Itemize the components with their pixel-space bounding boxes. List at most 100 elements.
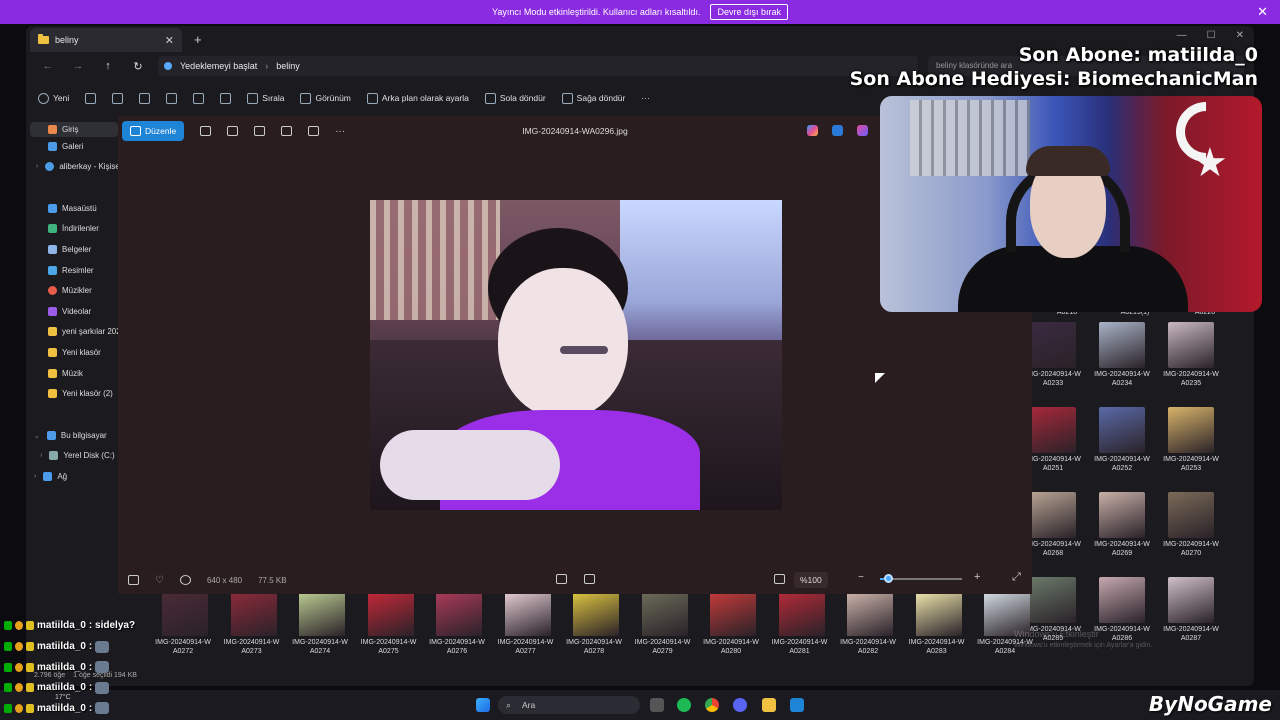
sidebar-item-documents[interactable]: Belgeler: [48, 245, 91, 254]
close-window-icon[interactable]: ✕: [1236, 30, 1244, 41]
photos-icon[interactable]: [790, 698, 804, 712]
delete-button[interactable]: [220, 92, 232, 104]
sidebar-item-this-pc[interactable]: ⌄ Bu bilgisayar: [34, 431, 107, 440]
thumbnail-image[interactable]: [1099, 577, 1145, 623]
discord-icon[interactable]: [733, 698, 747, 712]
filmstrip-thumbnail[interactable]: [299, 594, 345, 636]
copilot-icon[interactable]: [807, 125, 818, 136]
sidebar-item-downloads[interactable]: İndirilenler: [48, 224, 99, 233]
vip-badge-icon: [26, 621, 34, 630]
filmstrip-thumbnail[interactable]: [847, 594, 893, 636]
thumbnail-image[interactable]: [1030, 577, 1076, 623]
sidebar-item-onedrive[interactable]: › aliberkay - Kişisel: [36, 162, 122, 171]
more-options-button[interactable]: ···: [641, 93, 650, 103]
banner-close-icon[interactable]: ✕: [1257, 4, 1268, 20]
heart-icon[interactable]: ♡: [155, 575, 164, 586]
tab-beliny[interactable]: beliny ✕: [30, 28, 182, 52]
file-size: 77.5 KB: [258, 575, 287, 585]
zoom-level[interactable]: %100: [794, 572, 828, 588]
sidebar-item-new-folder[interactable]: Yeni klasör: [48, 348, 101, 357]
thumbnail-image[interactable]: [1030, 407, 1076, 453]
minimize-icon[interactable]: —: [1177, 30, 1187, 41]
fullscreen-icon[interactable]: ⤢: [1012, 571, 1021, 584]
view-button[interactable]: Görünüm: [300, 92, 351, 104]
spotify-icon[interactable]: [677, 698, 691, 712]
filmstrip-label: IMG-20240914-W A0274: [292, 639, 348, 655]
actual-size-icon[interactable]: [774, 574, 785, 584]
filmstrip-thumbnail[interactable]: [778, 594, 825, 636]
download-icon: [48, 224, 57, 233]
backup-button[interactable]: Yedeklemeyi başlat: [180, 61, 257, 71]
new-tab-button[interactable]: +: [194, 32, 202, 47]
rename-button[interactable]: [166, 92, 178, 104]
new-button[interactable]: Yeni: [38, 92, 69, 104]
paste-button[interactable]: [139, 92, 151, 104]
cut-button[interactable]: [85, 92, 97, 104]
up-icon[interactable]: ↑: [100, 60, 116, 72]
filmstrip-thumbnail[interactable]: [436, 594, 482, 636]
info-icon[interactable]: [179, 575, 191, 585]
filmstrip-label: IMG-20240914-W A0280: [703, 639, 759, 655]
wallpaper-icon: [366, 92, 378, 104]
sidebar-item-pictures[interactable]: Resimler: [48, 266, 94, 275]
share-button[interactable]: [193, 92, 205, 104]
start-icon[interactable]: [476, 698, 490, 712]
vip-badge-icon: [26, 703, 34, 713]
filmstrip-thumbnail[interactable]: [162, 594, 208, 636]
thumbnail-image[interactable]: [1099, 407, 1145, 453]
filmstrip-thumbnail[interactable]: [573, 594, 619, 636]
forward-icon[interactable]: →: [70, 60, 86, 72]
designer-icon[interactable]: [832, 125, 843, 136]
sidebar-item-network[interactable]: › Ağ: [34, 472, 67, 481]
file-explorer-icon[interactable]: [762, 698, 776, 712]
home-icon: [48, 125, 57, 134]
thumbnail-image[interactable]: [1168, 322, 1214, 368]
filmstrip-icon[interactable]: [128, 575, 139, 585]
refresh-icon[interactable]: ↻: [130, 60, 146, 73]
sidebar-item-desktop[interactable]: Masaüstü: [48, 204, 97, 213]
activation-watermark: Windows'u Etkinleştir Windows'u etkinleş…: [1014, 629, 1153, 649]
filmstrip-thumbnail[interactable]: [641, 594, 688, 636]
filmstrip-thumbnail[interactable]: [710, 594, 756, 636]
thumbnail-image[interactable]: [1099, 322, 1145, 368]
status-bar: 2.796 öğe 1 öğe seçildi 194 KB: [34, 672, 137, 679]
sidebar-item-muzik[interactable]: Müzik: [48, 369, 83, 378]
back-icon[interactable]: ←: [40, 60, 56, 72]
set-background-button[interactable]: Arka plan olarak ayarla: [366, 92, 469, 104]
sidebar-item-folder-songs[interactable]: yeni şarkılar 2024: [48, 327, 125, 336]
copy-button[interactable]: [112, 92, 124, 104]
sidebar-item-local-disk[interactable]: › Yerel Disk (C:): [40, 451, 115, 460]
breadcrumb[interactable]: beliny: [276, 61, 300, 71]
sidebar-item-music[interactable]: Müzikler: [48, 286, 92, 295]
zoom-out-icon[interactable]: −: [858, 572, 864, 583]
clipchamp-icon[interactable]: [857, 125, 868, 136]
thumbnail-image[interactable]: [1168, 492, 1214, 538]
filmstrip-thumbnail[interactable]: [504, 594, 551, 636]
thumbnail-image[interactable]: [1168, 407, 1214, 453]
zoom-in-icon[interactable]: +: [974, 571, 980, 583]
sidebar-item-gallery[interactable]: Galeri: [48, 142, 83, 151]
thumbnail-image[interactable]: [1030, 322, 1076, 368]
rotate-left-button[interactable]: Sola döndür: [484, 92, 546, 104]
maximize-icon[interactable]: ☐: [1207, 30, 1216, 41]
sort-button[interactable]: Sırala: [247, 92, 284, 104]
thumbnail-label: IMG-20240914-W A0287: [1163, 626, 1219, 642]
thumbnail-image[interactable]: [1030, 492, 1076, 538]
sidebar-item-home[interactable]: Giriş: [30, 122, 118, 137]
task-view-icon[interactable]: [650, 698, 664, 712]
sidebar-item-new-folder-2[interactable]: Yeni klasör (2): [48, 389, 113, 398]
filmstrip-thumbnail[interactable]: [230, 594, 277, 636]
crop-icon[interactable]: [584, 574, 595, 584]
taskbar-search[interactable]: Ara: [498, 696, 640, 714]
sidebar-item-videos[interactable]: Videolar: [48, 307, 91, 316]
rotate-right-button[interactable]: Sağa döndür: [561, 92, 625, 104]
thumbnail-image[interactable]: [1168, 577, 1214, 623]
chrome-icon[interactable]: [705, 698, 719, 712]
thumbnail-image[interactable]: [1099, 492, 1145, 538]
fit-icon[interactable]: [556, 574, 567, 584]
address-bar[interactable]: Yedeklemeyi başlat › beliny: [158, 56, 918, 76]
tab-close-icon[interactable]: ✕: [165, 34, 174, 47]
filmstrip-thumbnail[interactable]: [367, 594, 414, 636]
filmstrip-thumbnail[interactable]: [915, 594, 962, 636]
disable-streamer-mode-button[interactable]: Devre dışı bırak: [710, 4, 788, 20]
